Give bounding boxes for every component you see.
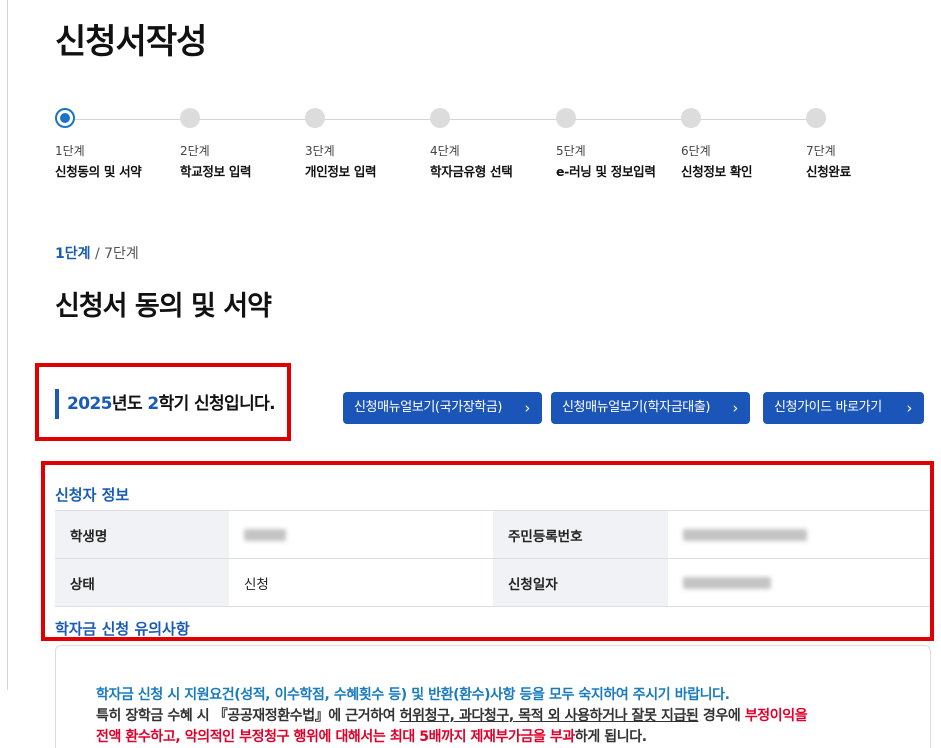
notice-line-2: 특히 장학금 수혜 시 『공공재정환수법』에 근거하여 허위청구, 과다청구, … — [96, 706, 896, 727]
step-number: 3단계 — [305, 144, 335, 158]
notice-text-part: 하게 됩니다. — [574, 729, 647, 745]
resident-number-label: 주민등록번호 — [493, 510, 668, 559]
step-4: 4단계 학자금유형 선택 — [430, 108, 555, 180]
notice-title: 학자금 신청 유의사항 — [55, 620, 190, 638]
step-label: 신청완료 — [806, 164, 851, 179]
chevron-right-icon: › — [732, 399, 738, 417]
manual-national-scholarship-button[interactable]: 신청매뉴얼보기(국가장학금) › — [343, 392, 542, 424]
student-name-value — [229, 510, 493, 559]
redacted-name — [244, 528, 286, 541]
chevron-right-icon: › — [524, 399, 530, 417]
redacted-resident-number — [683, 528, 807, 541]
student-name-label: 학생명 — [55, 510, 229, 559]
semester-term: 2 — [147, 394, 159, 414]
step-number: 2단계 — [180, 144, 210, 158]
page-title: 신청서작성 — [55, 22, 207, 62]
notice-underlined-text: 허위청구, 과다청구, 목적 외 사용하거나 잘못 지급된 — [399, 708, 699, 724]
step-dot — [430, 108, 450, 128]
semester-notice: 2025년도 2학기 신청입니다. — [55, 389, 276, 419]
redacted-date — [683, 576, 771, 589]
apply-date-label: 신청일자 — [493, 558, 668, 607]
status-label: 상태 — [55, 558, 229, 607]
step-dot — [806, 108, 826, 128]
resident-number-value — [668, 510, 930, 559]
step-label: 신청정보 확인 — [681, 164, 753, 179]
step-number: 1단계 — [55, 144, 85, 158]
step-5: 5단계 e-러닝 및 정보입력 — [556, 108, 681, 180]
step-dot — [681, 108, 701, 128]
table-row: 학생명 주민등록번호 — [55, 510, 930, 559]
stage-current: 1단계 — [55, 246, 91, 262]
apply-date-value — [668, 558, 930, 607]
notice-line-3: 전액 환수하고, 악의적인 부정청구 행위에 대해서는 최대 5배까지 제재부가… — [96, 727, 896, 748]
step-7: 7단계 신청완료 — [806, 108, 931, 180]
step-label: 학교정보 입력 — [180, 164, 252, 179]
step-label: 개인정보 입력 — [305, 164, 377, 179]
section-title: 신청서 동의 및 서약 — [55, 291, 272, 322]
button-label: 신청매뉴얼보기(학자금대출) — [562, 400, 711, 415]
step-3: 3단계 개인정보 입력 — [305, 108, 430, 180]
semester-term-suffix: 학기 신청입니다. — [158, 394, 276, 414]
step-number: 4단계 — [430, 144, 460, 158]
step-label: e-러닝 및 정보입력 — [556, 164, 656, 179]
application-guide-button[interactable]: 신청가이드 바로가기 › — [763, 392, 924, 424]
chevron-right-icon: › — [906, 399, 912, 417]
table-row: 상태 신청 신청일자 — [55, 558, 930, 607]
applicant-info-title: 신청자 정보 — [55, 486, 130, 504]
step-dot — [180, 108, 200, 128]
progress-stepper: 1단계 신청동의 및 서약 2단계 학교정보 입력 3단계 개인정보 입력 4단… — [55, 108, 855, 188]
step-dot — [556, 108, 576, 128]
semester-year-suffix: 년도 — [111, 394, 148, 414]
step-dot-active — [55, 108, 75, 128]
notice-text-part: 경우에 — [698, 708, 745, 724]
step-label: 학자금유형 선택 — [430, 164, 513, 179]
step-number: 6단계 — [681, 144, 711, 158]
left-border-line — [7, 0, 8, 690]
step-6: 6단계 신청정보 확인 — [681, 108, 806, 180]
notice-text-part: 특히 장학금 수혜 시 『공공재정환수법』에 근거하여 — [96, 708, 400, 724]
button-label: 신청매뉴얼보기(국가장학금) — [354, 400, 503, 415]
notice-line-1: 학자금 신청 시 지원요건(성적, 이수학점, 수혜횟수 등) 및 반환(환수)… — [96, 687, 730, 703]
stage-total: / 7단계 — [94, 246, 139, 262]
notice-warning-text: 전액 환수하고, 악의적인 부정청구 행위에 대해서는 최대 5배까지 제재부가… — [96, 729, 575, 745]
step-1: 1단계 신청동의 및 서약 — [55, 108, 180, 180]
step-dot — [305, 108, 325, 128]
button-label: 신청가이드 바로가기 — [774, 400, 882, 415]
notice-warning-text: 부정이익을 — [744, 708, 808, 724]
manual-student-loan-button[interactable]: 신청매뉴얼보기(학자금대출) › — [551, 392, 750, 424]
step-number: 7단계 — [806, 144, 836, 158]
semester-year: 2025 — [67, 394, 113, 414]
step-2: 2단계 학교정보 입력 — [180, 108, 305, 180]
applicant-info-table: 학생명 주민등록번호 상태 신청 신청일자 — [55, 510, 930, 607]
step-label: 신청동의 및 서약 — [55, 164, 142, 179]
stage-indicator: 1단계 / 7단계 — [55, 243, 139, 263]
status-value: 신청 — [229, 558, 493, 607]
notice-text: 학자금 신청 시 지원요건(성적, 이수학점, 수혜횟수 등) 및 반환(환수)… — [96, 685, 896, 748]
step-number: 5단계 — [556, 144, 586, 158]
